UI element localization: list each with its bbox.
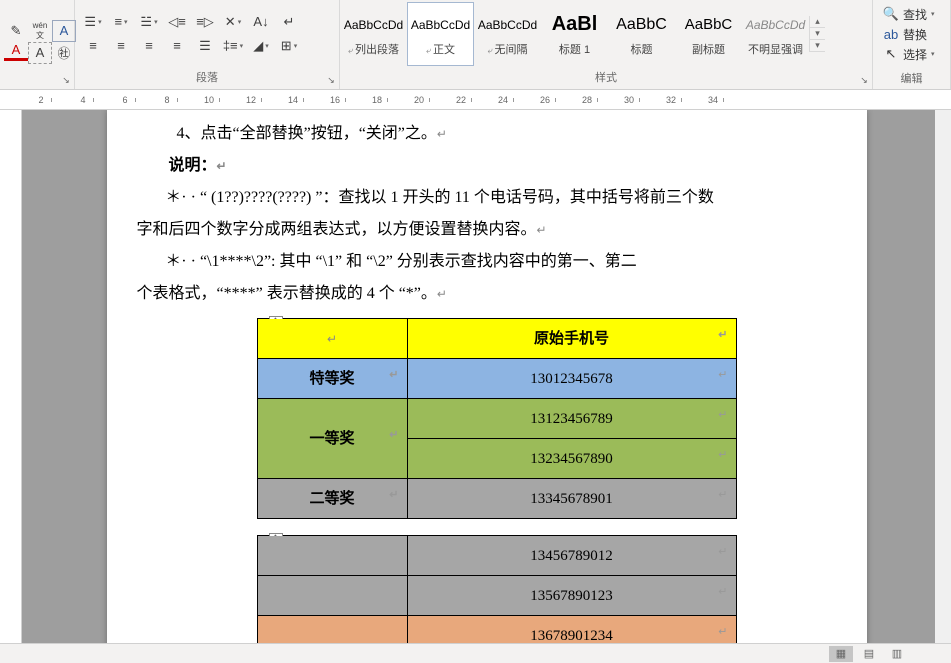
style-item[interactable]: AaBl标题 1 [541, 2, 608, 66]
numbering-button[interactable]: ≡▾ [107, 11, 135, 33]
paragraph-group-label: 段落 [196, 72, 218, 84]
table-cell[interactable]: 13012345678↵ [407, 359, 736, 399]
table-cell[interactable] [257, 616, 407, 644]
paragraph[interactable]: ＊· · “\1****\2”: 其中 “\1” 和 “\2” 分别表示查找内容… [137, 246, 827, 278]
distributed-button[interactable]: ☰ [191, 35, 219, 57]
character-border-button[interactable]: A [52, 20, 76, 42]
document-page[interactable]: 4、点击“全部替换”按钮，“关闭”之。↵ 说明：↵ ＊· · “ (1??)??… [107, 110, 867, 643]
paragraph[interactable]: 个表格式，“****” 表示替换成的 4 个 “*”。↵ [137, 278, 827, 310]
find-icon: 🔍 [883, 6, 899, 22]
align-left-button[interactable]: ≡ [79, 35, 107, 57]
table-cell[interactable]: 13567890123↵ [407, 576, 736, 616]
paragraph[interactable]: ＊· · “ (1??)????(????) ”：查找以 1 开头的 11 个电… [137, 182, 827, 214]
find-button[interactable]: 🔍 查找 ▾ [879, 4, 939, 24]
phonetic-guide-button[interactable]: wén文 [28, 20, 52, 42]
paragraph[interactable]: 字和后四个数字分成两组表达式，以方便设置替换内容。↵ [137, 214, 827, 246]
style-item[interactable]: AaBbC副标题 [675, 2, 742, 66]
read-mode-view[interactable]: ▤ [857, 646, 881, 662]
horizontal-ruler[interactable]: 246810121416182022242628303234 [0, 90, 951, 110]
format-painter-button[interactable]: ✎ [4, 20, 28, 42]
replace-button[interactable]: ab 替换 [879, 24, 939, 44]
font-color-button[interactable]: A [4, 42, 28, 61]
borders-button[interactable]: ⊞▾ [275, 35, 303, 57]
decrease-indent-button[interactable]: ◁≡ [163, 11, 191, 33]
styles-expand[interactable]: ▾ [810, 40, 825, 52]
enclose-characters-button[interactable]: ㊓ [52, 42, 76, 64]
prize-table-1: ↵ 原始手机号↵ 特等奖↵ 13012345678↵ 一等奖↵ 13123456… [257, 318, 737, 519]
print-layout-view[interactable]: ▦ [829, 646, 853, 662]
table-cell[interactable]: ↵ [257, 319, 407, 359]
styles-scroll-down[interactable]: ▾ [810, 28, 825, 40]
align-justify-button[interactable]: ≡ [163, 35, 191, 57]
paragraph[interactable]: 4、点击“全部替换”按钮，“关闭”之。↵ [137, 118, 827, 150]
status-bar: ▦ ▤ ▥ [0, 643, 951, 663]
shading-button[interactable]: ◢▾ [247, 35, 275, 57]
select-button[interactable]: ↖ 选择 ▾ [879, 44, 939, 64]
paragraph[interactable]: 说明：↵ [137, 150, 827, 182]
multilevel-list-button[interactable]: ☱▾ [135, 11, 163, 33]
table-cell[interactable]: 原始手机号↵ [407, 319, 736, 359]
vertical-ruler[interactable] [0, 110, 22, 643]
table-cell[interactable]: 一等奖↵ [257, 399, 407, 479]
table-cell[interactable]: 13234567890↵ [407, 439, 736, 479]
style-item[interactable]: AaBbCcDd⤶列出段落 [340, 2, 407, 66]
table-cell[interactable] [257, 576, 407, 616]
character-shading-button[interactable]: A [28, 42, 52, 64]
table-cell[interactable]: 特等奖↵ [257, 359, 407, 399]
select-icon: ↖ [883, 46, 899, 62]
prize-table-2: 13456789012↵ 13567890123↵ 13678901234↵ [257, 535, 737, 643]
table-cell[interactable]: 13123456789↵ [407, 399, 736, 439]
web-layout-view[interactable]: ▥ [885, 646, 909, 662]
show-marks-button[interactable]: ↵ [275, 11, 303, 33]
align-right-button[interactable]: ≡ [135, 35, 163, 57]
line-spacing-button[interactable]: ‡≡▾ [219, 35, 247, 57]
bullets-button[interactable]: ☰▾ [79, 11, 107, 33]
styles-gallery[interactable]: AaBbCcDd⤶列出段落AaBbCcDd⤶正文AaBbCcDd⤶无间隔AaBl… [340, 2, 809, 66]
editing-group-label: 编辑 [901, 73, 923, 85]
sort-button[interactable]: A↓ [247, 11, 275, 33]
align-center-button[interactable]: ≡ [107, 35, 135, 57]
table-cell[interactable]: 13345678901↵ [407, 479, 736, 519]
styles-scroll-up[interactable]: ▴ [810, 16, 825, 28]
table-cell[interactable] [257, 536, 407, 576]
increase-indent-button[interactable]: ≡▷ [191, 11, 219, 33]
table-cell[interactable]: 13678901234↵ [407, 616, 736, 644]
paragraph-dialog-launcher[interactable]: ↘ [325, 75, 337, 87]
styles-dialog-launcher[interactable]: ↘ [858, 75, 870, 87]
style-item[interactable]: AaBbCcDd⤶无间隔 [474, 2, 541, 66]
font-dialog-launcher[interactable]: ↘ [60, 75, 72, 87]
style-item[interactable]: AaBbCcDd⤶正文 [407, 2, 474, 66]
style-item[interactable]: AaBbCcDd不明显强调 [742, 2, 809, 66]
style-item[interactable]: AaBbC标题 [608, 2, 675, 66]
vertical-scrollbar[interactable] [935, 110, 951, 643]
table-cell[interactable]: 二等奖↵ [257, 479, 407, 519]
replace-icon: ab [883, 27, 899, 42]
asian-layout-button[interactable]: ✕▾ [219, 11, 247, 33]
styles-group-label: 样式 [595, 72, 617, 84]
table-cell[interactable]: 13456789012↵ [407, 536, 736, 576]
